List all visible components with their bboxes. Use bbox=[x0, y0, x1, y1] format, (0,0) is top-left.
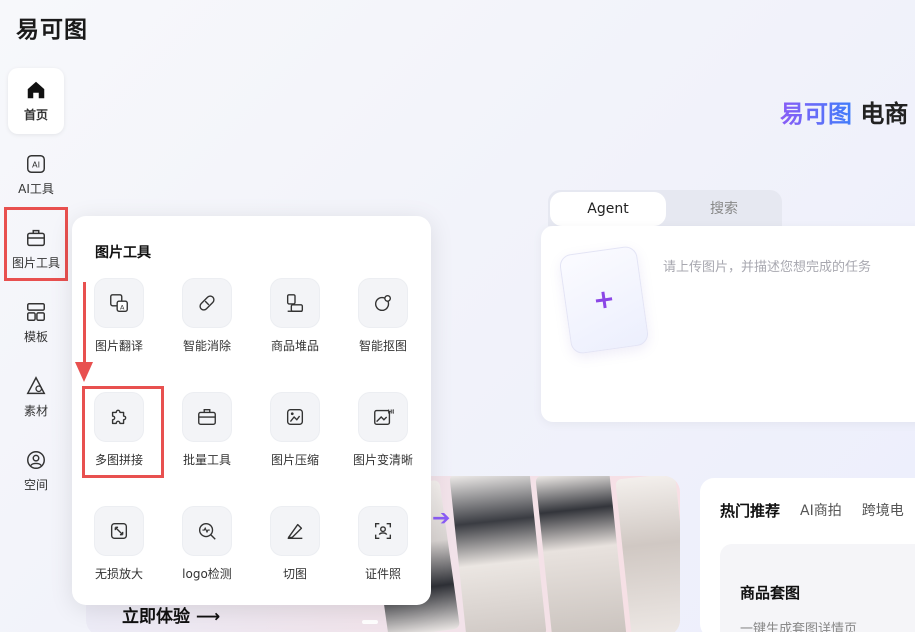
tool-label: 证件照 bbox=[364, 567, 401, 581]
tab-hot-recommend[interactable]: 热门推荐 bbox=[720, 500, 780, 521]
svg-text:AI: AI bbox=[32, 160, 40, 170]
tool-image-translate[interactable]: A 图片翻译 bbox=[79, 278, 159, 366]
user-space-icon bbox=[27, 451, 45, 469]
eraser-bandage-icon bbox=[199, 295, 215, 311]
template-icon bbox=[27, 303, 45, 321]
task-mode-tabs: Agent 搜索 bbox=[548, 190, 782, 226]
svg-text:A: A bbox=[120, 303, 125, 311]
tool-label: 图片翻译 bbox=[94, 339, 143, 353]
product-stack-icon bbox=[286, 294, 304, 312]
tool-batch[interactable]: 批量工具 bbox=[167, 392, 247, 480]
tool-label: 无损放大 bbox=[94, 567, 143, 581]
image-hd-icon: HD bbox=[374, 409, 394, 426]
tool-logo-detect[interactable]: logo检测 bbox=[167, 506, 247, 594]
tab-ai-shoot[interactable]: AI商拍 bbox=[800, 500, 842, 521]
hot-recommendations-panel: 热门推荐 AI商拍 跨境电 商品套图 一键生成套图详情页 bbox=[700, 478, 915, 632]
sidebar-item-materials[interactable]: 素材 bbox=[8, 364, 64, 430]
batch-toolbox-icon bbox=[198, 408, 216, 426]
sidebar-item-home[interactable]: 首页 bbox=[8, 68, 64, 134]
popup-title: 图片工具 bbox=[95, 245, 151, 261]
tool-label: 批量工具 bbox=[182, 453, 231, 467]
tool-label: 智能消除 bbox=[182, 339, 231, 353]
product-set-subtitle: 一键生成套图详情页 bbox=[740, 622, 858, 632]
plus-icon: + bbox=[591, 283, 617, 317]
tool-label: 智能抠图 bbox=[358, 339, 407, 353]
tool-label: 图片变清晰 bbox=[352, 453, 413, 467]
tool-label: 图片压缩 bbox=[270, 453, 319, 467]
try-now-button[interactable]: 立即体验 ⟶ bbox=[122, 602, 220, 627]
hero-title-rest: 电商 bbox=[860, 100, 909, 128]
sidebar-item-label: 素材 bbox=[23, 404, 48, 418]
tool-id-photo[interactable]: 证件照 bbox=[343, 506, 423, 594]
tool-label: 商品堆品 bbox=[270, 339, 319, 353]
svg-text:HD: HD bbox=[388, 409, 394, 415]
sidebar-item-label: 模板 bbox=[23, 330, 48, 344]
tool-lossless-upscale[interactable]: 无损放大 bbox=[79, 506, 159, 594]
banner-arrow-icon: ➔ bbox=[432, 506, 451, 531]
hot-tabs: 热门推荐 AI商拍 跨境电 bbox=[720, 500, 904, 521]
hero-brand: 易可图 bbox=[780, 100, 852, 128]
cutout-icon bbox=[374, 294, 392, 312]
ai-icon: AI bbox=[27, 155, 45, 173]
tool-label: logo检测 bbox=[182, 567, 232, 581]
sidebar-item-templates[interactable]: 模板 bbox=[8, 290, 64, 356]
hero-title: 易可图 电商 bbox=[780, 94, 908, 129]
tab-search[interactable]: 搜索 bbox=[666, 190, 782, 226]
logo-detect-icon bbox=[198, 522, 216, 540]
sidebar-item-space[interactable]: 空间 bbox=[8, 438, 64, 504]
sidebar-item-label: 首页 bbox=[23, 108, 48, 122]
annotation-highlight-multi-image-stitch bbox=[82, 386, 164, 478]
tool-slice[interactable]: 切图 bbox=[255, 506, 335, 594]
tool-image-compress[interactable]: 图片压缩 bbox=[255, 392, 335, 480]
tool-label: 切图 bbox=[282, 567, 307, 581]
material-icon bbox=[26, 376, 46, 395]
product-set-title: 商品套图 bbox=[740, 584, 801, 602]
banner-product-image bbox=[449, 476, 547, 632]
tool-image-enhance[interactable]: HD 图片变清晰 bbox=[343, 392, 423, 480]
carousel-indicator[interactable] bbox=[362, 620, 378, 624]
upload-image-button[interactable]: + bbox=[558, 245, 650, 355]
image-compress-icon bbox=[286, 408, 304, 426]
slice-knife-icon bbox=[287, 523, 303, 540]
tool-product-stack[interactable]: 商品堆品 bbox=[255, 278, 335, 366]
banner-product-image bbox=[535, 476, 627, 632]
tool-smart-cutout[interactable]: 智能抠图 bbox=[343, 278, 423, 366]
home-icon bbox=[27, 81, 45, 99]
image-translate-icon: A bbox=[110, 294, 128, 312]
annotation-highlight-image-tools bbox=[4, 207, 68, 281]
banner-product-image bbox=[615, 476, 680, 632]
sidebar-item-label: AI工具 bbox=[18, 182, 54, 196]
app-logo[interactable]: 易可图 bbox=[16, 10, 88, 44]
annotation-arrow-line bbox=[83, 282, 86, 370]
task-prompt-input[interactable]: 请上传图片，并描述您想完成的任务 bbox=[663, 256, 871, 275]
id-photo-icon bbox=[374, 522, 392, 540]
task-input-card: + 请上传图片，并描述您想完成的任务 bbox=[541, 226, 915, 422]
lossless-zoom-icon bbox=[110, 522, 128, 540]
sidebar-item-label: 空间 bbox=[23, 478, 48, 492]
tool-smart-erase[interactable]: 智能消除 bbox=[167, 278, 247, 366]
tab-cross-border[interactable]: 跨境电 bbox=[862, 500, 904, 521]
sidebar-item-ai-tools[interactable]: AI AI工具 bbox=[8, 142, 64, 208]
product-set-card[interactable]: 商品套图 一键生成套图详情页 bbox=[720, 544, 915, 632]
tab-agent[interactable]: Agent bbox=[550, 192, 666, 226]
annotation-arrow-head bbox=[75, 362, 93, 382]
